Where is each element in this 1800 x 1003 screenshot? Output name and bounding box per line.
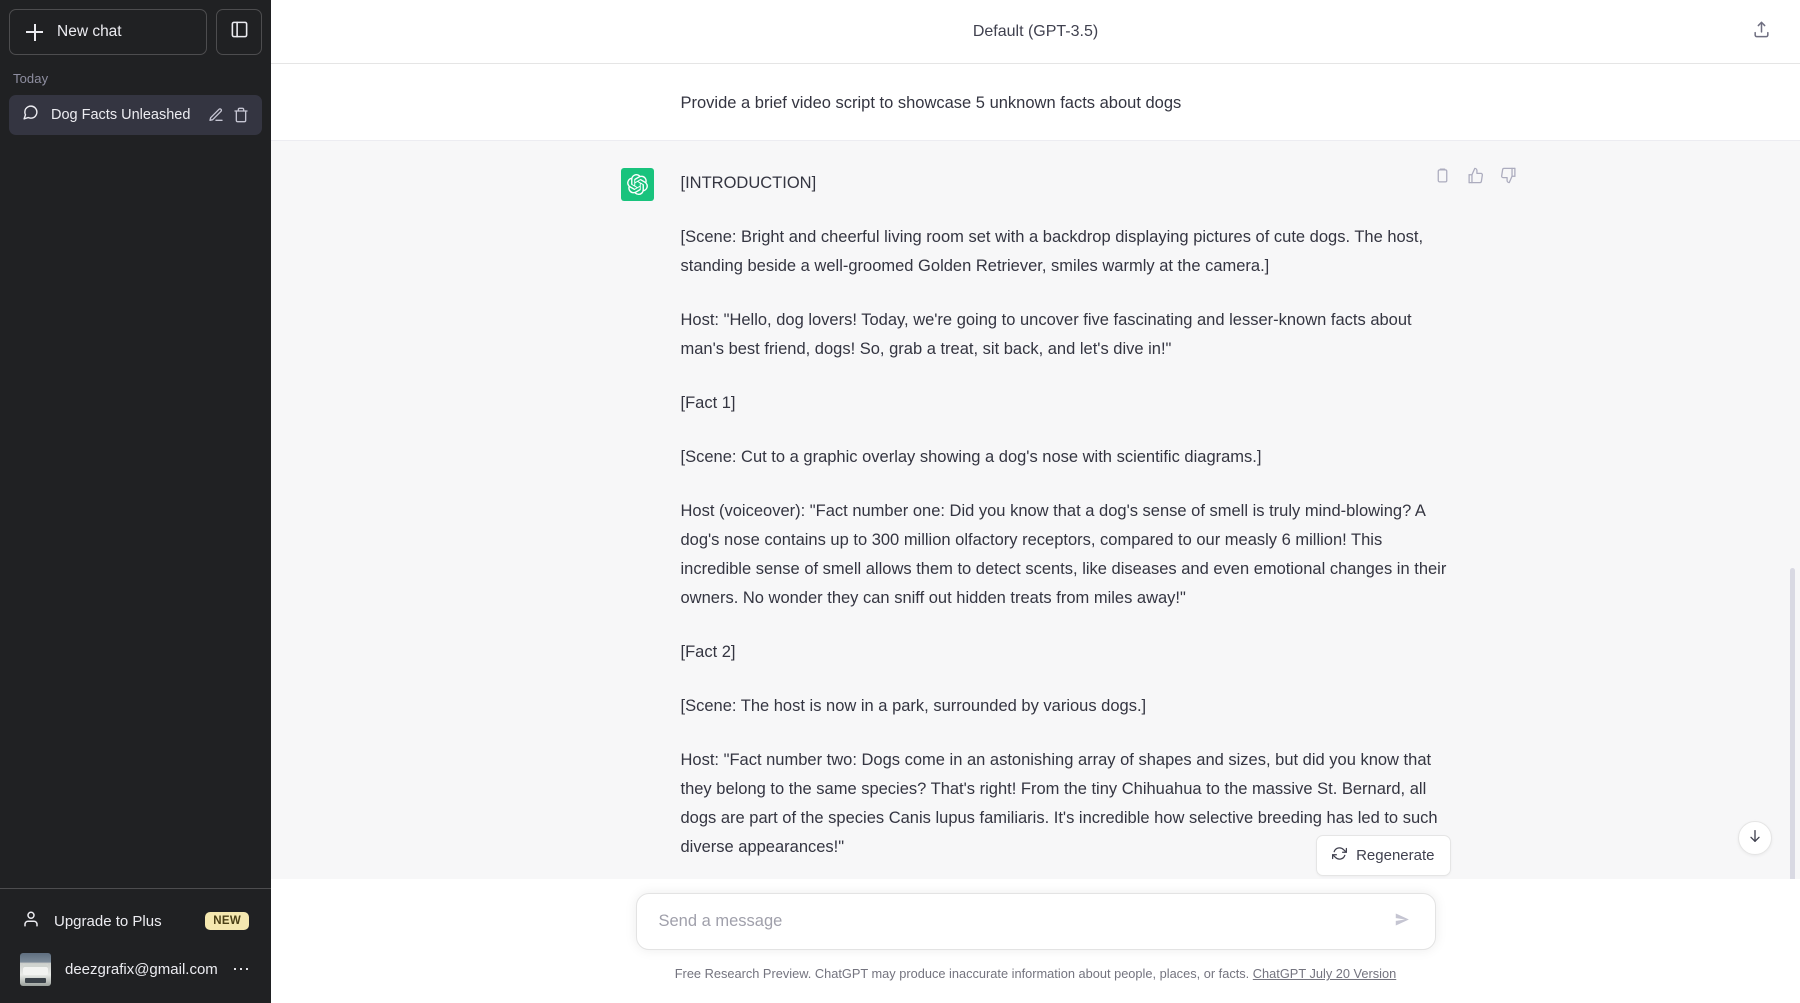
thumbs-up-icon[interactable] (1464, 163, 1488, 187)
scrollbar-thumb[interactable] (1790, 568, 1795, 879)
thread-scrollbar[interactable] (1790, 128, 1798, 879)
message-paragraph: Host (voiceover): "Fact number one: Did … (680, 502, 1447, 607)
conversation-thread[interactable]: Provide a brief video script to showcase… (271, 64, 1800, 879)
message-assistant: [INTRODUCTION] [Scene: Bright and cheerf… (271, 140, 1800, 879)
message-user: Provide a brief video script to showcase… (271, 64, 1800, 140)
sidebar-toggle-button[interactable] (216, 9, 262, 55)
message-paragraph: [Fact 2] (680, 643, 736, 661)
message-inner: Provide a brief video script to showcase… (621, 64, 1451, 140)
regenerate-button[interactable]: Regenerate (1316, 835, 1451, 876)
new-chat-label: New chat (57, 23, 122, 40)
chat-history-list: Dog Facts Unleashed (0, 95, 271, 135)
main-area: Default (GPT-3.5) Provide a brief video … (271, 0, 1800, 1003)
model-title: Default (GPT-3.5) (972, 22, 1099, 40)
thumbs-down-icon[interactable] (1497, 163, 1521, 187)
composer-zone: Regenerate Send a message Free Research … (271, 821, 1800, 1003)
share-button[interactable] (1744, 15, 1778, 49)
chatgpt-app: New chat Today Dog Facts Unleashed Upgra… (0, 0, 1800, 1003)
composer-row (271, 879, 1800, 950)
account-email: deezgrafix@gmail.com (65, 960, 218, 978)
sidebar-item-dog-facts-unleashed[interactable]: Dog Facts Unleashed (9, 95, 262, 135)
regenerate-label: Regenerate (1356, 847, 1435, 864)
sidebar-footer: Upgrade to Plus NEW deezgrafix@gmail.com… (0, 888, 271, 1003)
sidebar: New chat Today Dog Facts Unleashed Upgra… (0, 0, 271, 1003)
refresh-icon (1332, 846, 1348, 865)
share-icon (1752, 20, 1771, 44)
message-paragraph: [Scene: Cut to a graphic overlay showing… (680, 448, 1262, 466)
message-actions (1431, 163, 1521, 187)
new-badge: NEW (205, 912, 249, 930)
openai-logo-icon (620, 168, 654, 201)
ellipsis-icon[interactable]: ⋯ (232, 960, 251, 978)
sidebar-section-label: Today (13, 71, 49, 86)
message-paragraph: [INTRODUCTION] (680, 174, 817, 192)
avatar-slot (621, 86, 654, 118)
upgrade-to-plus-button[interactable]: Upgrade to Plus NEW (9, 898, 262, 944)
avatar-slot (620, 168, 654, 862)
send-button[interactable] (1387, 906, 1419, 938)
message-inner: [INTRODUCTION] [Scene: Bright and cheerf… (620, 141, 1516, 879)
upgrade-label: Upgrade to Plus (54, 912, 162, 930)
copy-icon[interactable] (1431, 163, 1455, 187)
user-avatar-truck-photo (20, 952, 51, 986)
plus-icon (26, 23, 43, 41)
account-button[interactable]: deezgrafix@gmail.com ⋯ (9, 944, 262, 994)
message-paragraph: Provide a brief video script to showcase… (680, 94, 1182, 112)
message-paragraph: [Scene: Bright and cheerful living room … (680, 228, 1424, 275)
message-input[interactable] (658, 894, 1387, 949)
message-body: Provide a brief video script to showcase… (681, 86, 1451, 118)
topbar: Default (GPT-3.5) (271, 0, 1800, 64)
arrow-down-icon (1747, 828, 1763, 849)
message-paragraph: [Fact 1] (680, 394, 736, 412)
footer-disclaimer: Free Research Preview. ChatGPT may produ… (271, 950, 1800, 993)
chat-item-title: Dog Facts Unleashed (51, 107, 191, 123)
chat-item-actions (208, 107, 249, 123)
chat-bubble-icon (22, 104, 39, 126)
send-arrow-icon (1394, 911, 1411, 933)
message-paragraph: [Scene: The host is now in a park, surro… (680, 697, 1147, 715)
trash-icon[interactable] (233, 107, 249, 123)
scroll-to-bottom-button[interactable] (1738, 821, 1772, 855)
person-icon (22, 910, 40, 933)
pencil-icon[interactable] (208, 107, 224, 123)
sidebar-header: New chat (0, 0, 271, 55)
message-body: [INTRODUCTION] [Scene: Bright and cheerf… (681, 168, 1451, 862)
new-chat-button[interactable]: New chat (9, 9, 207, 55)
footer-text: Free Research Preview. ChatGPT may produ… (674, 966, 1250, 981)
sidebar-toggle-icon (230, 20, 249, 44)
version-link[interactable]: ChatGPT July 20 Version (1253, 966, 1396, 981)
composer[interactable] (635, 893, 1436, 950)
message-paragraph: Host: "Hello, dog lovers! Today, we're g… (680, 311, 1412, 358)
